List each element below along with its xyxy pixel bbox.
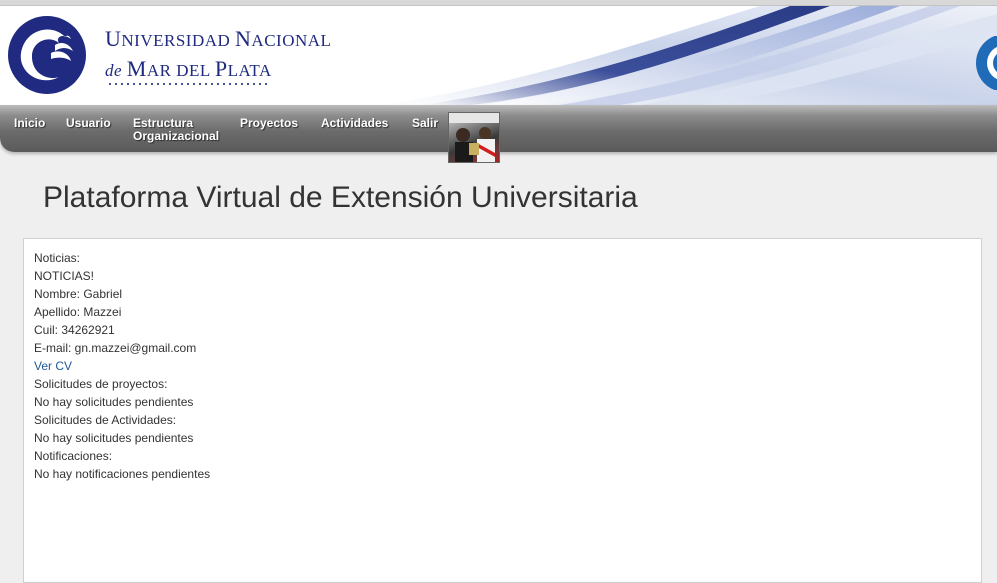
partial-logo-icon bbox=[976, 36, 997, 90]
nav-item-inicio[interactable]: Inicio bbox=[14, 117, 45, 130]
site-header: UNIVERSIDAD NACIONAL de MAR DEL PLATA bbox=[0, 6, 997, 105]
project-requests-heading: Solicitudes de proyectos: bbox=[34, 377, 168, 391]
content-text: Noticias: NOTICIAS! Nombre: Gabriel Apel… bbox=[34, 249, 210, 483]
nav-item-salir[interactable]: Salir bbox=[412, 117, 438, 130]
ver-cv-link[interactable]: Ver CV bbox=[34, 357, 210, 375]
page-title: Plataforma Virtual de Extensión Universi… bbox=[43, 181, 638, 214]
user-surname: Apellido: Mazzei bbox=[34, 305, 122, 319]
nav-item-actividades[interactable]: Actividades bbox=[321, 117, 388, 130]
notifications-heading: Notificaciones: bbox=[34, 449, 113, 463]
user-photo-icon bbox=[449, 113, 499, 162]
user-avatar[interactable] bbox=[448, 112, 500, 163]
user-email: E-mail: gn.mazzei@gmail.com bbox=[34, 341, 197, 355]
university-name-line1: UNIVERSIDAD NACIONAL bbox=[105, 26, 332, 51]
activity-requests-status: No hay solicitudes pendientes bbox=[34, 431, 194, 445]
university-name-dotted-rule bbox=[107, 83, 269, 85]
activity-requests-heading: Solicitudes de Actividades: bbox=[34, 413, 177, 427]
university-name-line2: de MAR DEL PLATA bbox=[105, 56, 272, 81]
project-requests-status: No hay solicitudes pendientes bbox=[34, 395, 194, 409]
noticias-heading: Noticias: bbox=[34, 251, 81, 265]
unmdp-wave-logo-icon bbox=[8, 16, 86, 94]
nav-item-proyectos[interactable]: Proyectos bbox=[240, 117, 298, 130]
noticias-text: NOTICIAS! bbox=[34, 269, 95, 283]
user-cuil: Cuil: 34262921 bbox=[34, 323, 115, 337]
user-name: Nombre: Gabriel bbox=[34, 287, 123, 301]
nav-item-estructura-organizacional[interactable]: Estructura Organizacional bbox=[133, 117, 219, 143]
nav-item-usuario[interactable]: Usuario bbox=[66, 117, 111, 130]
university-name: UNIVERSIDAD NACIONAL de MAR DEL PLATA bbox=[105, 25, 331, 85]
main-navbar: Inicio Usuario Estructura Organizacional… bbox=[0, 105, 997, 163]
notifications-status: No hay notificaciones pendientes bbox=[34, 467, 211, 481]
